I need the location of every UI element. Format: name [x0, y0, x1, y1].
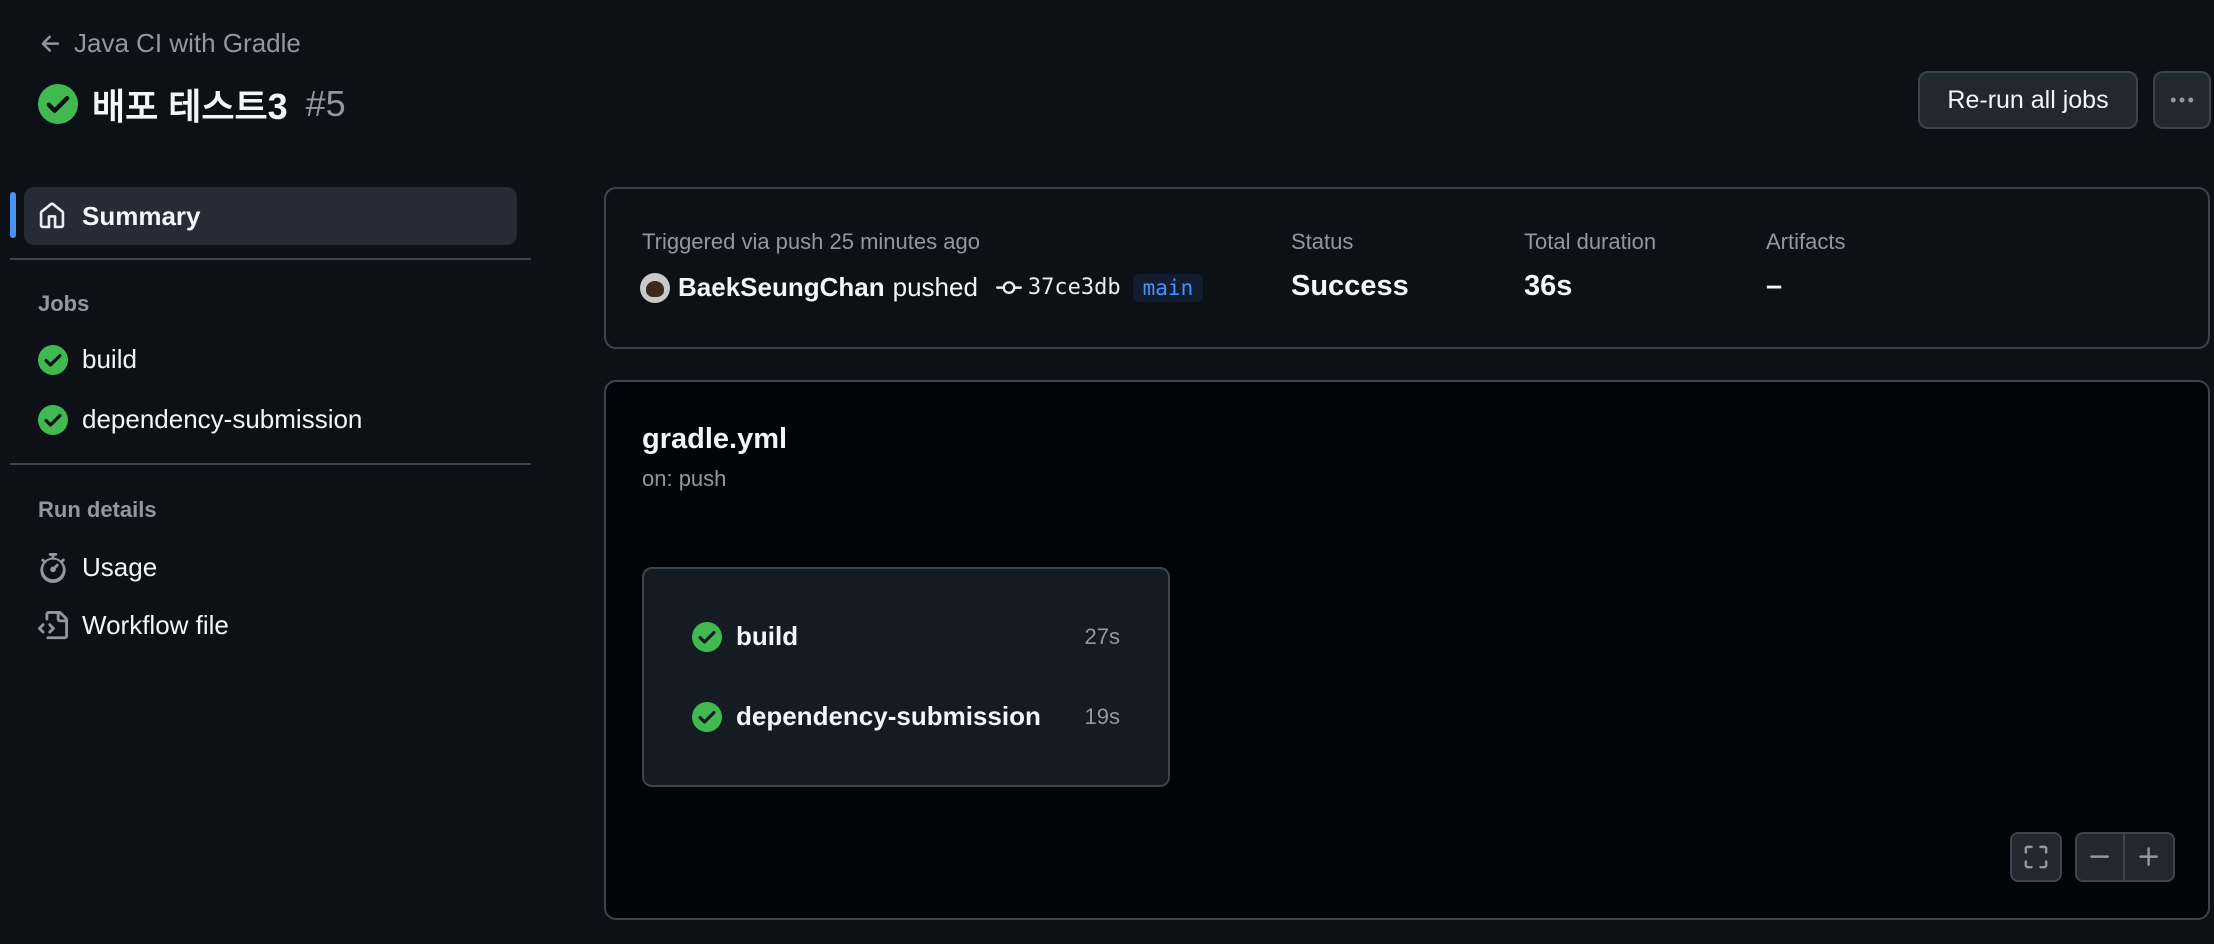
sidebar-divider	[10, 463, 531, 465]
check-circle-icon	[38, 404, 68, 435]
sidebar-item-label: Summary	[82, 200, 201, 231]
actor-link[interactable]: BaekSeungChan	[678, 272, 885, 303]
plus-icon	[2139, 847, 2158, 866]
workflow-trigger: on: push	[642, 466, 727, 491]
page-title: 배포 테스트3	[92, 86, 288, 127]
sidebar-item-label: Workflow file	[82, 610, 229, 640]
git-commit-icon	[995, 280, 1022, 294]
job-build[interactable]: build 27s	[692, 621, 1120, 652]
zoom-controls	[2075, 832, 2175, 882]
check-circle-icon	[38, 344, 68, 375]
jobs-heading: Jobs	[38, 291, 90, 316]
sidebar-divider	[10, 258, 531, 260]
sidebar-item-workflow-file[interactable]: Workflow file	[38, 610, 229, 641]
check-circle-icon	[692, 701, 722, 732]
status-value: Success	[1291, 270, 1409, 302]
commit-link[interactable]: 37ce3db	[995, 275, 1121, 301]
avatar[interactable]	[640, 272, 670, 303]
back-link-label: Java CI with Gradle	[74, 28, 301, 58]
zoom-out-button[interactable]	[2075, 832, 2125, 882]
jobs-group	[642, 567, 1170, 787]
sidebar-item-label: dependency-submission	[82, 404, 363, 434]
sidebar-item-build[interactable]: build	[38, 344, 137, 375]
dash-icon	[2090, 855, 2109, 858]
run-number: #5	[305, 83, 346, 124]
kebab-horizontal-icon	[2170, 97, 2194, 103]
artifacts-label: Artifacts	[1766, 229, 1846, 254]
stopwatch-icon	[40, 552, 66, 583]
sidebar-item-dependency-submission[interactable]: dependency-submission	[38, 404, 362, 435]
back-link[interactable]: Java CI with Gradle	[38, 28, 301, 59]
job-dependency-submission[interactable]: dependency-submission 19s	[692, 701, 1120, 732]
screen-full-icon	[2024, 845, 2048, 869]
branch-badge[interactable]: main	[1132, 273, 1204, 302]
home-icon	[39, 202, 65, 229]
workflow-file-name: gradle.yml	[642, 423, 788, 455]
trigger-details: BaekSeungChan pushed 37ce3db main	[640, 272, 1204, 303]
arrow-left-icon	[41, 35, 60, 52]
file-code-icon	[38, 610, 68, 639]
active-indicator	[10, 192, 16, 238]
artifacts-value: –	[1766, 270, 1783, 302]
job-duration: 19s	[1084, 703, 1120, 729]
rerun-all-jobs-button[interactable]: Re-run all jobs	[1918, 71, 2138, 129]
fullscreen-button[interactable]	[2010, 832, 2062, 882]
action-text: pushed	[892, 272, 978, 302]
check-circle-icon	[692, 621, 722, 652]
job-duration: 27s	[1084, 623, 1120, 649]
sidebar-item-label: Usage	[82, 552, 158, 582]
duration-label: Total duration	[1524, 229, 1657, 254]
trigger-text: Triggered via push 25 minutes ago	[642, 229, 980, 254]
check-circle-icon	[38, 84, 78, 124]
run-details-heading: Run details	[38, 497, 157, 522]
more-options-button[interactable]	[2153, 71, 2211, 129]
run-title-row: 배포 테스트3 #5	[38, 78, 346, 130]
job-name: dependency-submission	[736, 701, 1041, 731]
job-name: build	[736, 621, 799, 651]
status-label: Status	[1291, 229, 1354, 254]
duration-value: 36s	[1524, 270, 1573, 302]
zoom-in-button[interactable]	[2125, 832, 2175, 882]
sidebar-item-summary[interactable]: Summary	[24, 187, 517, 245]
sidebar-item-label: build	[82, 344, 137, 374]
commit-sha: 37ce3db	[1027, 275, 1121, 300]
sidebar-item-usage[interactable]: Usage	[38, 552, 157, 583]
run-summary-card	[604, 187, 2210, 349]
